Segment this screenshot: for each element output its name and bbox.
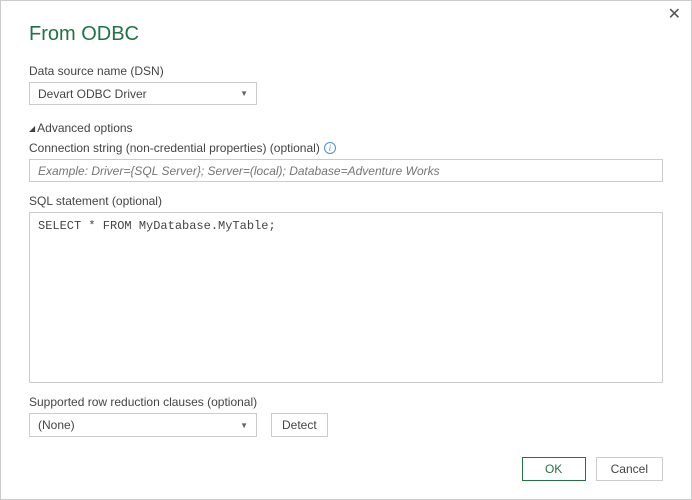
dsn-select[interactable]: Devart ODBC Driver ▼ (29, 82, 257, 105)
row-reduction-select[interactable]: (None) ▼ (29, 413, 257, 437)
connection-string-input[interactable] (29, 159, 663, 182)
detect-button[interactable]: Detect (271, 413, 328, 437)
advanced-options-label: Advanced options (37, 121, 132, 135)
ok-button[interactable]: OK (522, 457, 586, 481)
close-button[interactable]: ✕ (668, 7, 681, 23)
connection-string-label: Connection string (non-credential proper… (29, 141, 663, 155)
chevron-down-icon: ▼ (240, 421, 248, 430)
advanced-options-toggle[interactable]: ◢ Advanced options (29, 121, 663, 135)
close-icon: ✕ (668, 6, 681, 23)
row-reduction-value: (None) (38, 418, 240, 432)
sql-statement-textarea[interactable] (29, 212, 663, 383)
row-reduction-label: Supported row reduction clauses (optiona… (29, 395, 663, 409)
chevron-down-icon: ▼ (240, 89, 248, 98)
dialog-title: From ODBC (29, 23, 663, 46)
sql-statement-label: SQL statement (optional) (29, 194, 663, 208)
dialog-footer: OK Cancel (29, 437, 663, 481)
info-icon[interactable]: i (324, 142, 336, 154)
caret-down-icon: ◢ (29, 124, 35, 133)
cancel-button[interactable]: Cancel (596, 457, 663, 481)
dialog-content: From ODBC Data source name (DSN) Devart … (1, 1, 691, 499)
dsn-label: Data source name (DSN) (29, 64, 663, 78)
dsn-select-value: Devart ODBC Driver (38, 87, 240, 101)
